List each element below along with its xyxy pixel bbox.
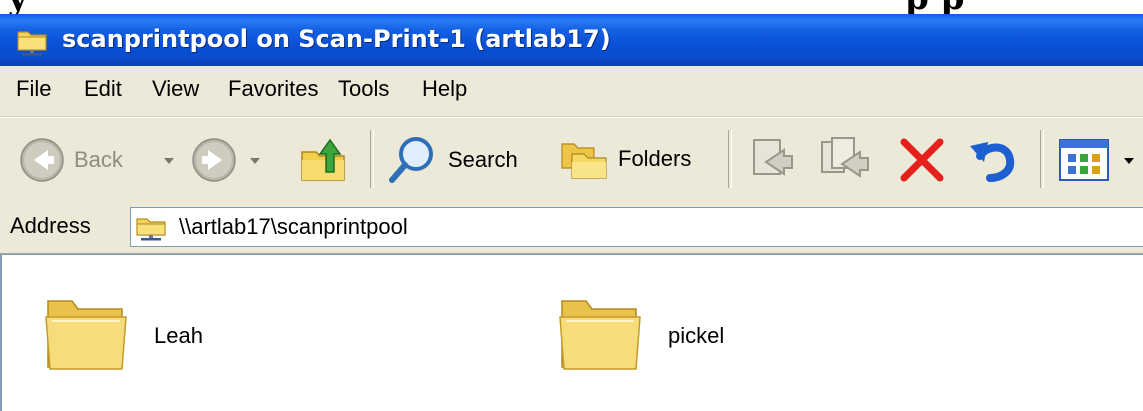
title-bar[interactable]: scanprintpool on Scan-Print-1 (artlab17) [0,14,1143,66]
folder-name: pickel [668,323,725,348]
toolbar-separator [728,130,732,188]
menu-view[interactable]: View [152,76,199,102]
back-dropdown-arrow-icon[interactable] [164,158,174,164]
address-value: \\artlab17\scanprintpool [179,214,408,239]
folders-button[interactable]: Folders [558,134,691,184]
copy-to-button[interactable] [818,134,872,182]
back-arrow-icon [20,138,64,182]
up-folder-button[interactable] [296,132,352,188]
folders-label: Folders [618,146,692,171]
move-to-button[interactable] [748,134,796,182]
cropped-document-text: y p p [0,0,1143,14]
folders-tree-icon [561,143,607,179]
forward-arrow-icon [192,138,236,182]
forward-button[interactable] [190,136,238,184]
back-button[interactable]: Back [18,136,123,184]
menu-edit[interactable]: Edit [84,76,122,102]
menu-favorites[interactable]: Favorites [228,76,318,102]
menu-bar: File Edit View Favorites Tools Help [0,66,1143,117]
search-magnifier-icon [389,137,433,183]
toolbar-separator [1040,130,1044,188]
views-button[interactable] [1058,138,1110,182]
search-label: Search [448,147,518,172]
explorer-window: scanprintpool on Scan-Print-1 (artlab17)… [0,14,1143,411]
back-label: Back [74,147,123,172]
up-folder-icon [301,138,345,181]
folder-icon [559,300,641,370]
window-title: scanprintpool on Scan-Print-1 (artlab17) [62,25,611,53]
address-label: Address [10,213,91,238]
network-share-icon [136,218,166,241]
delete-button[interactable] [896,134,948,186]
folder-name: Leah [154,323,203,348]
cropped-text-right: p p [905,0,964,14]
address-bar: Address \\artlab17\scanprintpool [0,201,1143,254]
toolbar-separator [370,130,374,188]
views-grid-icon [1059,139,1109,181]
views-dropdown-arrow-icon[interactable] [1124,158,1134,164]
folder-icon [45,300,127,370]
menu-file[interactable]: File [16,76,51,102]
menu-help[interactable]: Help [422,76,467,102]
cropped-text-left: y [8,0,28,14]
move-to-icon [753,139,793,176]
forward-dropdown-arrow-icon[interactable] [250,158,260,164]
address-input[interactable]: \\artlab17\scanprintpool [130,207,1143,247]
folder-view: Leah pickel [0,254,1143,411]
undo-button[interactable] [966,134,1020,186]
copy-to-icon [821,137,869,178]
delete-x-icon [900,138,944,182]
menu-tools[interactable]: Tools [338,76,389,102]
undo-arrow-icon [970,142,1015,182]
search-button[interactable]: Search [386,134,518,186]
standard-toolbar: Back Search Folders [0,117,1143,202]
network-share-icon [17,31,47,56]
